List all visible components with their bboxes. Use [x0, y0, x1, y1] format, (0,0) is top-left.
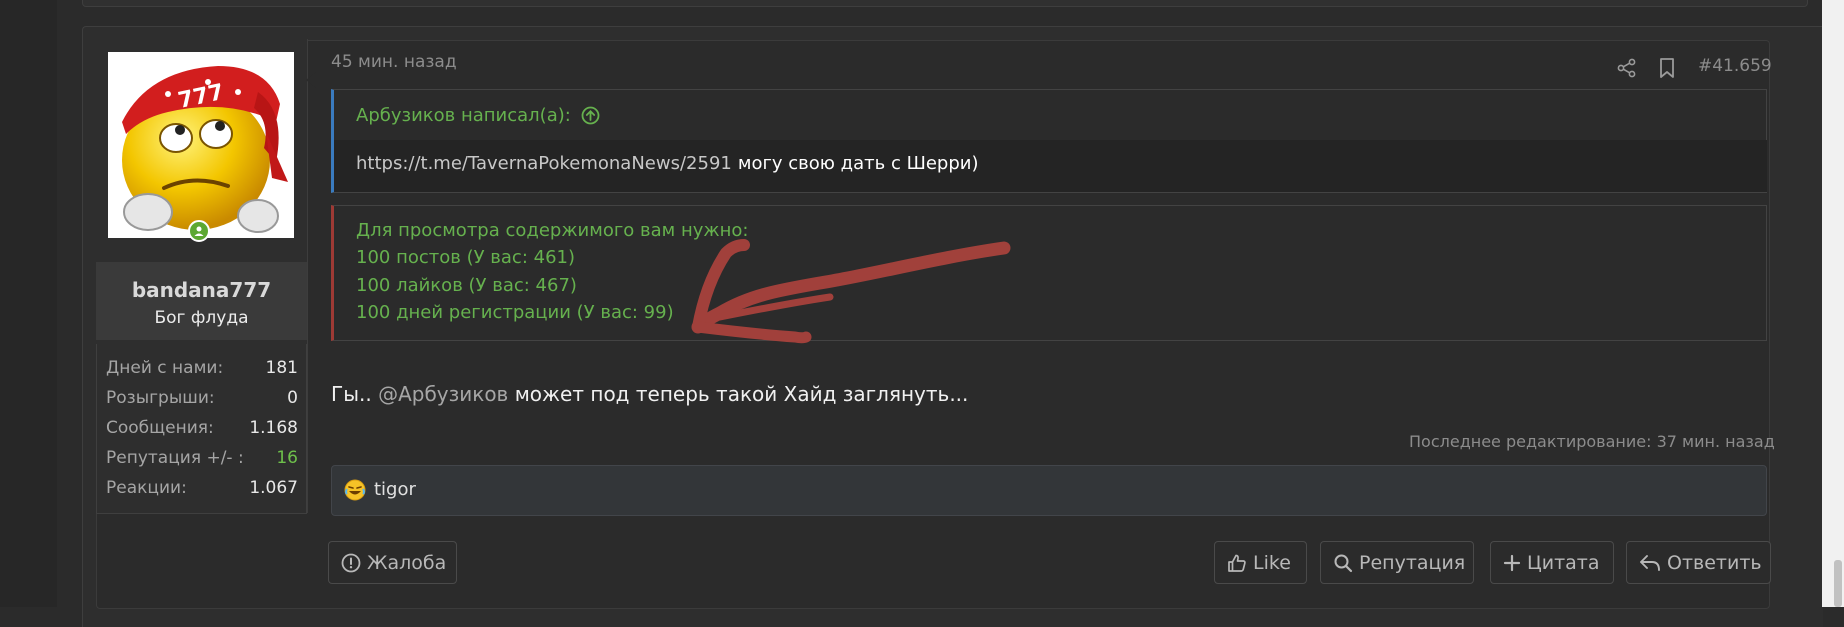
quote-content: https://t.me/TavernaPokemonaNews/2591 мог… [334, 140, 1767, 192]
reputation-button[interactable]: Репутация [1320, 541, 1474, 584]
previous-post-edge [82, 0, 1808, 7]
post-message: Гы.. @Арбузиков может под теперь такой Х… [331, 382, 968, 406]
page-left-gutter [0, 0, 57, 607]
reply-icon [1640, 554, 1660, 571]
hide-requirement-days: 100 дней регистрации (У вас: 99) [356, 302, 674, 323]
hidden-content-block: Для просмотра содержимого вам нужно: 100… [331, 205, 1767, 341]
stat-value[interactable]: 1.168 [249, 413, 298, 443]
avatar-smiley-image: 777 [122, 66, 288, 233]
search-icon [1334, 554, 1353, 572]
quote-content-text: https://t.me/TavernaPokemonaNews/2591 мог… [356, 153, 978, 174]
user-name-block: bandana777 Бог флуда [96, 262, 307, 340]
user-stats: Дней с нами: 181 Розыгрыши: 0 Сообщения:… [96, 344, 307, 514]
stat-value: 16 [276, 448, 298, 468]
reply-button[interactable]: Ответить [1626, 541, 1771, 584]
quote-author[interactable]: Арбузиков написал(а): [356, 105, 571, 126]
last-edited-note: Последнее редактирование: 37 мин. назад [1409, 432, 1775, 451]
scrollbar-track[interactable] [1822, 0, 1844, 607]
user-mention-link[interactable]: @Арбузиков [378, 382, 508, 406]
quote-text: могу свою дать с Шерри) [737, 153, 979, 174]
plus-icon [1503, 554, 1521, 571]
hide-requirement-likes: 100 лайков (У вас: 467) [356, 275, 577, 296]
annotation-arrow-drawing [691, 239, 1011, 344]
report-button-label: Жалоба [367, 551, 447, 574]
report-button[interactable]: Жалоба [328, 541, 457, 584]
username-link[interactable]: bandana777 [96, 278, 307, 302]
reputation-button-label: Репутация [1359, 551, 1466, 574]
reaction-user-link[interactable]: tigor [374, 479, 416, 500]
message-pointer [306, 72, 316, 88]
stat-row-giveaways: Розыгрыши: 0 [106, 383, 298, 413]
stat-label: Сообщения: [106, 418, 214, 438]
user-avatar[interactable]: 777 [108, 52, 294, 238]
quote-button-label: Цитата [1527, 551, 1600, 574]
stat-row-days: Дней с нами: 181 [106, 353, 298, 383]
stat-row-messages: Сообщения: 1.168 [106, 413, 298, 443]
stat-label: Розыгрыши: [106, 388, 215, 408]
user-title: Бог флуда [154, 308, 249, 328]
post-number-link[interactable]: #41.659 [1698, 56, 1772, 76]
share-icon[interactable] [1617, 58, 1637, 78]
stat-label: Репутация +/- : [106, 448, 244, 468]
scrollbar-thumb[interactable] [1834, 560, 1842, 607]
quote-header[interactable]: Арбузиков написал(а): [356, 105, 600, 126]
message-text-start: Гы.. [331, 382, 372, 406]
hide-requirement-posts: 100 постов (У вас: 461) [356, 247, 575, 268]
like-button-label: Like [1253, 551, 1291, 574]
stat-value: 1.067 [249, 478, 298, 498]
reply-button-label: Ответить [1667, 551, 1762, 574]
reactions-bar[interactable]: tigor [331, 465, 1767, 516]
stat-value: 0 [287, 388, 298, 408]
quote-link[interactable]: https://t.me/TavernaPokemonaNews/2591 [356, 153, 732, 174]
stat-row-reputation: Репутация +/- : 16 [106, 443, 298, 473]
stat-value: 181 [265, 358, 298, 378]
online-status-icon [188, 220, 210, 242]
stat-label: Дней с нами: [106, 358, 224, 378]
thumbs-up-icon [1228, 554, 1246, 572]
bookmark-icon[interactable] [1658, 57, 1676, 79]
stat-label: Реакции: [106, 478, 187, 498]
quote-button[interactable]: Цитата [1490, 541, 1614, 584]
arrow-circle-up-icon[interactable] [581, 106, 600, 125]
message-text-end: может под теперь такой Хайд заглянуть... [514, 382, 969, 406]
laughing-emoji-icon [344, 479, 366, 501]
quote-block: Арбузиков написал(а): https://t.me/Taver… [331, 89, 1767, 193]
like-button[interactable]: Like [1214, 541, 1307, 584]
stat-row-reactions: Реакции: 1.067 [106, 473, 298, 503]
post-timestamp[interactable]: 45 мин. назад [331, 52, 457, 72]
alert-circle-icon [341, 553, 361, 572]
